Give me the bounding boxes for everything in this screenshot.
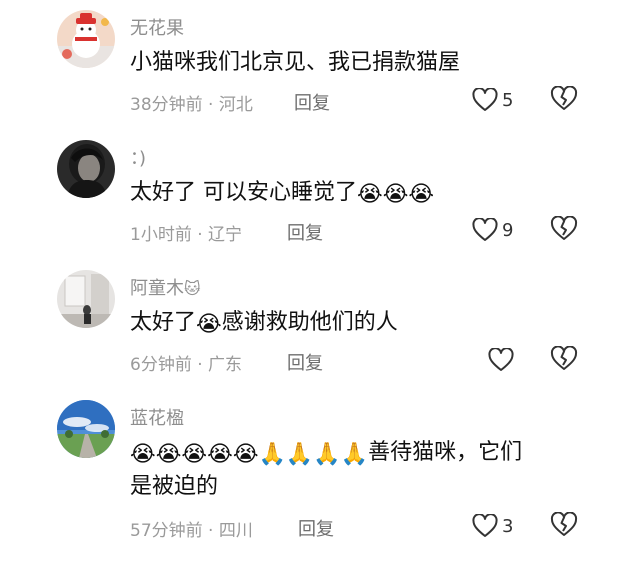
dislike-button[interactable]: [550, 346, 578, 374]
comment-item-3: 阿童木🐱 太好了😭感谢救助他们的人 6分钟前 · 广东 回复: [0, 260, 638, 390]
comment-time: 38分钟前: [130, 95, 203, 115]
meta-separator: ·: [191, 355, 209, 375]
comment-location: 四川: [218, 521, 253, 541]
avatar-dark-portrait-image: [57, 140, 115, 198]
like-button[interactable]: 3: [472, 512, 513, 540]
comment-item-4: 蓝花楹 😭😭😭😭😭🙏🙏🙏🙏善待猫咪，它们 是被迫的 57分钟前 · 四川 回复 …: [0, 390, 638, 565]
username[interactable]: ：): [130, 144, 146, 170]
heart-outline-icon: [472, 88, 498, 111]
heart-outline-icon: [472, 514, 498, 537]
crying-face-emoji: 😭: [196, 312, 222, 337]
comment-meta: 6分钟前 · 广东: [130, 350, 242, 375]
comment-time: 1小时前: [130, 225, 192, 245]
like-button[interactable]: 5: [472, 86, 513, 114]
comment-text: 小猫咪我们北京见、我已捐款猫屋: [130, 46, 600, 80]
comment-location: 河北: [218, 95, 253, 115]
reply-button[interactable]: 回复: [298, 515, 334, 541]
comment-text: 太好了 可以安心睡觉了😭😭😭: [130, 176, 600, 210]
dislike-button[interactable]: [550, 86, 578, 114]
broken-heart-icon: [550, 346, 578, 370]
like-count: 9: [502, 219, 514, 241]
broken-heart-icon: [550, 86, 578, 110]
avatar-sky-landscape-image: [57, 400, 115, 458]
comment-text-start: 太好了: [130, 310, 197, 335]
meta-separator: ·: [191, 225, 209, 245]
reply-button[interactable]: 回复: [287, 219, 323, 245]
comment-text-line: 是被迫的: [130, 474, 219, 499]
comment-location: 辽宁: [208, 225, 243, 245]
comment-text: 太好了😭感谢救助他们的人: [130, 306, 600, 340]
broken-heart-icon: [550, 216, 578, 240]
comment-text-line: 善待猫咪，它们: [368, 440, 523, 465]
cat-face-emoji: 🐱: [184, 279, 201, 298]
avatar-room-photo-image: [57, 270, 115, 328]
comment-time: 57分钟前: [130, 521, 203, 541]
avatar[interactable]: [57, 140, 115, 198]
comment-meta: 57分钟前 · 四川: [130, 516, 253, 541]
broken-heart-icon: [550, 512, 578, 536]
comment-text-line: 太好了 可以安心睡觉了: [130, 180, 357, 205]
comment-text-end: 感谢救助他们的人: [221, 310, 398, 335]
like-count: 5: [502, 89, 514, 111]
reply-button[interactable]: 回复: [294, 89, 330, 115]
like-button[interactable]: [488, 346, 514, 374]
meta-separator: ·: [202, 95, 219, 115]
avatar[interactable]: [57, 400, 115, 458]
meta-separator: ·: [202, 521, 219, 541]
comment-meta: 1小时前 · 辽宁: [130, 220, 242, 245]
crying-face-emoji: 😭😭😭: [357, 182, 435, 207]
avatar[interactable]: [57, 270, 115, 328]
username-text: 阿童木: [130, 278, 184, 299]
avatar[interactable]: [57, 10, 115, 68]
heart-outline-icon: [472, 218, 498, 241]
username[interactable]: 蓝花楹: [130, 404, 184, 430]
comment-text: 😭😭😭😭😭🙏🙏🙏🙏善待猫咪，它们 是被迫的: [130, 436, 600, 504]
comment-item-2: ：) 太好了 可以安心睡觉了😭😭😭 1小时前 · 辽宁 回复 9: [0, 130, 638, 260]
avatar-cartoon-snowman-image: [57, 10, 115, 68]
dislike-button[interactable]: [550, 512, 578, 540]
comment-item-1: 无花果 小猫咪我们北京见、我已捐款猫屋 38分钟前 · 河北 回复 5: [0, 0, 638, 130]
comment-time: 6分钟前: [130, 355, 192, 375]
crying-and-praying-emoji: 😭😭😭😭😭🙏🙏🙏🙏: [130, 442, 369, 467]
like-count: 3: [502, 515, 514, 537]
comment-text-line: 小猫咪我们北京见、我已捐款猫屋: [130, 50, 461, 75]
comment-meta: 38分钟前 · 河北: [130, 90, 253, 115]
reply-button[interactable]: 回复: [287, 349, 323, 375]
dislike-button[interactable]: [550, 216, 578, 244]
like-button[interactable]: 9: [472, 216, 513, 244]
comment-location: 广东: [208, 355, 243, 375]
username[interactable]: 无花果: [130, 14, 184, 40]
heart-outline-icon: [488, 348, 514, 371]
username[interactable]: 阿童木🐱: [130, 274, 201, 300]
